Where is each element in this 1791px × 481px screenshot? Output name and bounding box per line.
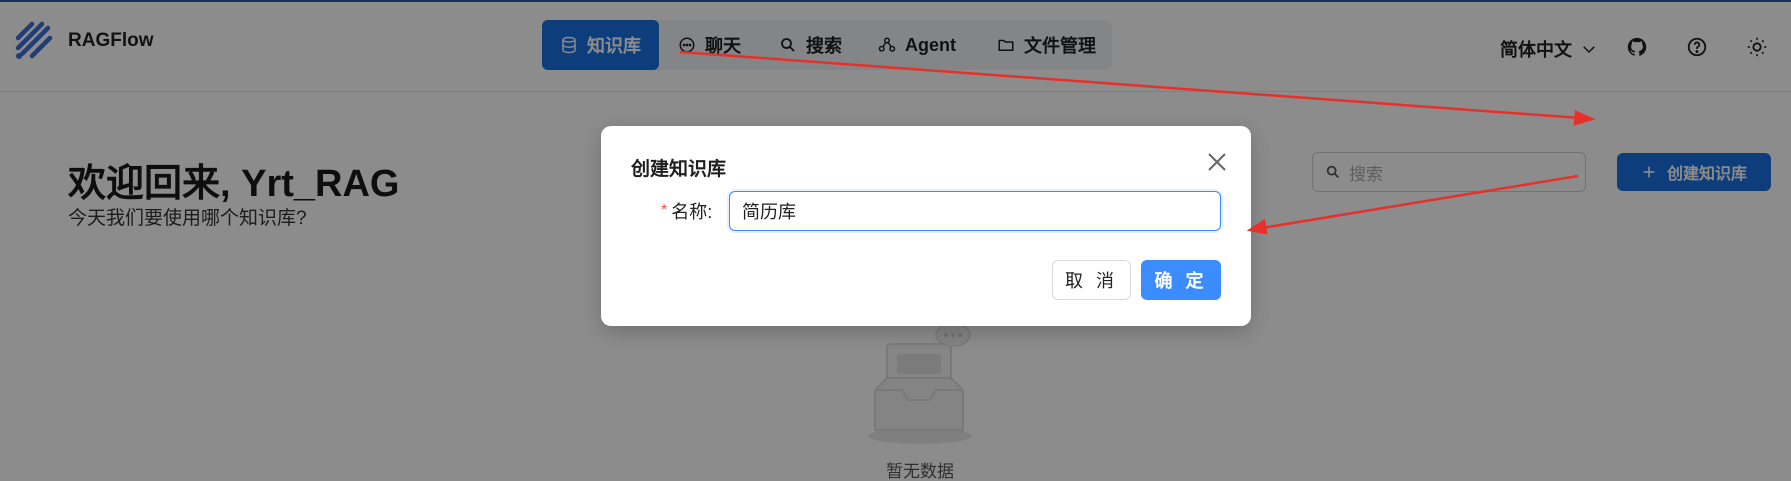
dialog-title: 创建知识库 bbox=[631, 159, 727, 180]
ok-button[interactable]: 确 定 bbox=[1141, 260, 1221, 300]
create-knowledge-base-dialog: 创建知识库 * 名称: 取 消 确 定 bbox=[601, 126, 1251, 326]
name-field-label: * 名称: bbox=[661, 198, 712, 224]
required-asterisk-icon: * bbox=[661, 202, 668, 219]
close-icon[interactable] bbox=[1205, 150, 1229, 174]
cancel-button[interactable]: 取 消 bbox=[1052, 260, 1131, 300]
name-input[interactable] bbox=[729, 191, 1221, 231]
name-label-text: 名称: bbox=[671, 202, 713, 222]
